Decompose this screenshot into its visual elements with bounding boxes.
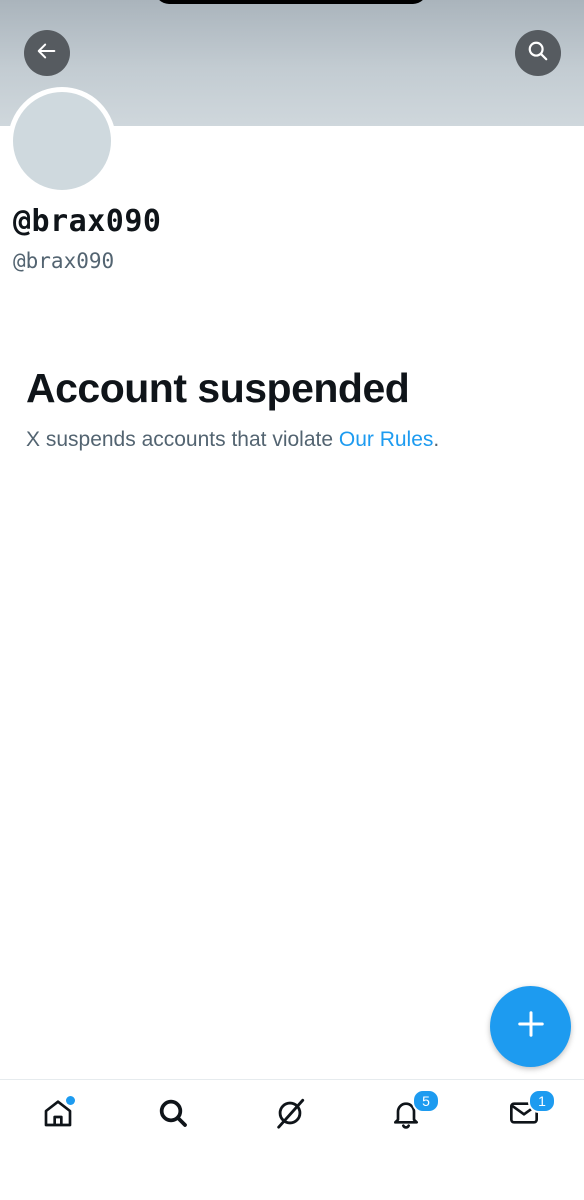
camera-notch	[155, 0, 427, 4]
nav-grok[interactable]	[270, 1095, 310, 1135]
nav-notifications[interactable]: 5	[386, 1089, 440, 1135]
compose-post-button[interactable]	[490, 986, 571, 1067]
avatar[interactable]	[8, 87, 116, 195]
home-unread-dot	[66, 1096, 75, 1105]
our-rules-link[interactable]: Our Rules	[339, 428, 434, 451]
profile-display-name: @brax090	[13, 204, 162, 239]
profile-page: @brax090 @brax090 Account suspended X su…	[0, 0, 584, 1200]
profile-handle: @brax090	[13, 249, 115, 273]
plus-icon	[516, 1009, 546, 1044]
nav-search[interactable]	[153, 1095, 193, 1135]
back-button[interactable]	[24, 30, 70, 76]
suspended-message-prefix: X suspends accounts that violate	[26, 428, 339, 451]
suspended-title: Account suspended	[26, 365, 410, 411]
notifications-badge: 5	[412, 1089, 440, 1113]
messages-badge: 1	[528, 1089, 556, 1113]
search-icon	[527, 40, 549, 67]
nav-messages[interactable]: 1	[504, 1089, 556, 1135]
search-icon	[157, 1097, 189, 1134]
arrow-left-icon	[36, 40, 58, 67]
grok-icon	[273, 1096, 307, 1135]
suspended-message: X suspends accounts that violate Our Rul…	[26, 428, 439, 452]
suspended-message-suffix: .	[433, 428, 440, 451]
nav-home[interactable]	[38, 1095, 78, 1135]
bottom-navigation: 5 1	[0, 1079, 584, 1200]
search-button[interactable]	[515, 30, 561, 76]
